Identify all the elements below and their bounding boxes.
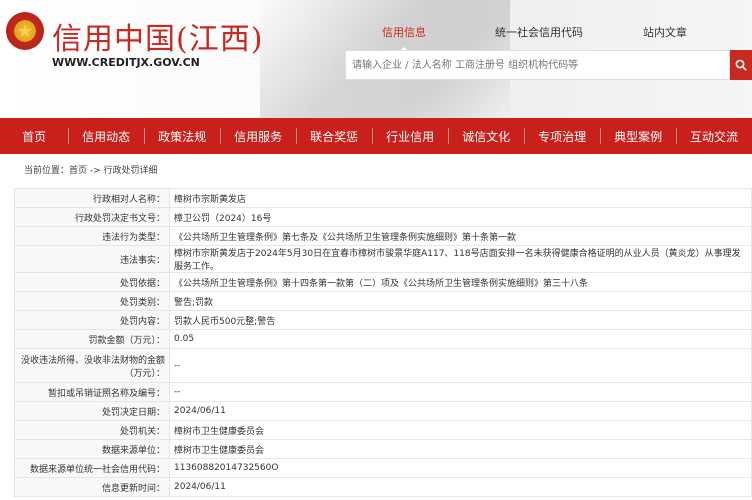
search-box <box>345 50 730 80</box>
field-label: 数据来源单位： <box>14 439 170 459</box>
table-row: 处罚内容： 罚款人民币500元整;警告 <box>14 310 752 330</box>
field-value: 罚款人民币500元整;警告 <box>169 310 752 330</box>
main-nav: 首页 信用动态 政策法规 信用服务 联合奖惩 行业信用 诚信文化 专项治理 典型… <box>0 118 752 154</box>
field-label: 行政处罚决定书文号： <box>14 207 170 227</box>
nav-special-governance[interactable]: 专项治理 <box>524 118 600 154</box>
table-row: 处罚决定日期： 2024/06/11 <box>14 401 752 421</box>
field-value: 樟树市卫生健康委员会 <box>169 439 752 459</box>
nav-policies[interactable]: 政策法规 <box>144 118 220 154</box>
table-row: 处罚依据： 《公共场所卫生管理条例》第十四条第一款第（二）项及《公共场所卫生管理条… <box>14 272 752 292</box>
field-label: 暂扣或吊销证照名称及编号： <box>14 382 170 402</box>
field-value: 警告;罚款 <box>169 291 752 311</box>
field-label: 处罚依据： <box>14 272 170 292</box>
field-value: 樟树市宗斯黄发店于2024年5月30日在宜春市樟树市骏景华庭A117、118号店… <box>169 245 752 273</box>
nav-interaction[interactable]: 互动交流 <box>676 118 752 154</box>
site-url: WWW.CREDITJX.GOV.CN <box>52 56 200 69</box>
table-row: 信息更新时间： 2024/06/11 <box>14 477 752 497</box>
field-value: 樟卫公罚（2024）16号 <box>169 207 752 227</box>
field-value: 樟树市宗斯黄发店 <box>169 188 752 208</box>
table-row: 暂扣或吊销证照名称及编号： -- <box>14 382 752 402</box>
search-input[interactable] <box>346 58 724 72</box>
nav-integrity-culture[interactable]: 诚信文化 <box>448 118 524 154</box>
nav-typical-cases[interactable]: 典型案例 <box>600 118 676 154</box>
nav-credit-services[interactable]: 信用服务 <box>220 118 296 154</box>
field-value: 《公共场所卫生管理条例》第十四条第一款第（二）项及《公共场所卫生管理条例实施细则… <box>169 272 752 292</box>
table-row: 数据来源单位统一社会信用代码： 11360882014732560O <box>14 458 752 478</box>
nav-joint-rewards-punishments[interactable]: 联合奖惩 <box>296 118 372 154</box>
table-row: 违法事实： 樟树市宗斯黄发店于2024年5月30日在宜春市樟树市骏景华庭A117、… <box>14 245 752 273</box>
site-title[interactable]: 信用中国(江西) <box>52 14 263 58</box>
field-label: 处罚机关： <box>14 420 170 440</box>
search-icon <box>735 59 747 71</box>
nav-credit-news[interactable]: 信用动态 <box>68 118 144 154</box>
field-label: 违法事实： <box>14 245 170 273</box>
field-label: 处罚决定日期： <box>14 401 170 421</box>
field-value: 樟树市卫生健康委员会 <box>169 420 752 440</box>
field-value: 0.05 <box>169 329 752 349</box>
table-row: 数据来源单位： 樟树市卫生健康委员会 <box>14 439 752 459</box>
breadcrumb: 当前位置：首页 -> 行政处罚详细 <box>24 166 158 176</box>
site-header: ★ 信用中国(江西) WWW.CREDITJX.GOV.CN 信用信息 统一社会… <box>0 0 752 118</box>
penalty-detail-table: 行政相对人名称： 樟树市宗斯黄发店 行政处罚决定书文号： 樟卫公罚（2024）16号… <box>14 188 752 497</box>
nav-home[interactable]: 首页 <box>0 118 68 154</box>
field-label: 违法行为类型： <box>14 226 170 246</box>
table-row: 处罚机关： 樟树市卫生健康委员会 <box>14 420 752 440</box>
national-emblem-icon: ★ <box>6 12 44 50</box>
field-label: 罚款金额（万元）： <box>14 329 170 349</box>
table-row: 违法行为类型： 《公共场所卫生管理条例》第七条及《公共场所卫生管理条例实施细则》第… <box>14 226 752 246</box>
field-label: 处罚类别： <box>14 291 170 311</box>
field-label: 数据来源单位统一社会信用代码： <box>14 458 170 478</box>
field-label: 行政相对人名称： <box>14 188 170 208</box>
field-label: 没收违法所得、没收非法财物的金额（万元）： <box>14 348 170 383</box>
field-value: 2024/06/11 <box>169 477 752 497</box>
search-tabs: 信用信息 统一社会信用代码 站内文章 <box>345 24 752 46</box>
field-value: 《公共场所卫生管理条例》第七条及《公共场所卫生管理条例实施细则》第十条第一款 <box>169 226 752 246</box>
field-value: -- <box>169 348 752 383</box>
table-row: 行政相对人名称： 樟树市宗斯黄发店 <box>14 188 752 208</box>
search-button[interactable] <box>730 50 752 80</box>
field-value: 11360882014732560O <box>169 458 752 478</box>
tab-unified-credit-code[interactable]: 统一社会信用代码 <box>495 24 583 40</box>
field-label: 处罚内容： <box>14 310 170 330</box>
table-row: 处罚类别： 警告;罚款 <box>14 291 752 311</box>
field-label: 信息更新时间： <box>14 477 170 497</box>
nav-industry-credit[interactable]: 行业信用 <box>372 118 448 154</box>
table-row: 没收违法所得、没收非法财物的金额（万元）： -- <box>14 348 752 383</box>
field-value: 2024/06/11 <box>169 401 752 421</box>
table-row: 行政处罚决定书文号： 樟卫公罚（2024）16号 <box>14 207 752 227</box>
tab-site-articles[interactable]: 站内文章 <box>643 24 687 40</box>
field-value: -- <box>169 382 752 402</box>
table-row: 罚款金额（万元）： 0.05 <box>14 329 752 349</box>
tab-credit-info[interactable]: 信用信息 <box>382 24 426 40</box>
